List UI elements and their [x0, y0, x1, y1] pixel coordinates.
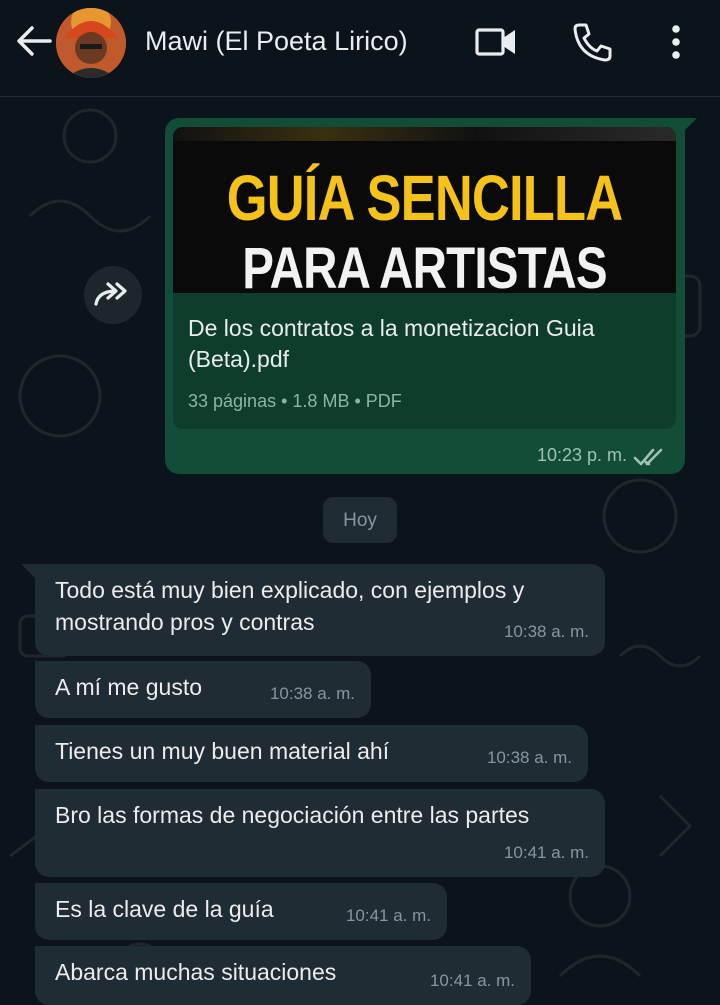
message-text: Es la clave de la guía: [55, 896, 274, 922]
message-time: 10:41 a. m.: [429, 971, 515, 990]
outgoing-document-message[interactable]: GUÍA SENCILLA PARA ARTISTAS De los contr…: [165, 118, 685, 474]
message-text: A mí me gusto: [55, 674, 203, 700]
incoming-message[interactable]: Tienes un muy buen material ahí 10:38 a.…: [35, 725, 588, 782]
message-text: Abarca muchas situaciones: [55, 959, 337, 985]
forward-icon: [94, 282, 127, 306]
incoming-message[interactable]: Todo está muy bien explicado, con ejempl…: [35, 564, 605, 656]
message-time: 10:41 a. m.: [345, 906, 431, 925]
message-time: 10:38 a. m.: [486, 748, 572, 767]
incoming-message[interactable]: Abarca muchas situaciones 10:41 a. m.: [35, 946, 531, 1005]
document-file-name: De los contratos a la monetizacion Guia …: [188, 315, 595, 372]
read-ticks-icon: [633, 448, 663, 466]
contact-name[interactable]: Mawi (El Poeta Lirico): [145, 26, 408, 57]
incoming-message[interactable]: Es la clave de la guía 10:41 a. m.: [35, 883, 447, 940]
document-meta: 33 páginas • 1.8 MB • PDF: [188, 391, 402, 412]
date-chip: Hoy: [323, 497, 397, 543]
document-thumbnail: GUÍA SENCILLA PARA ARTISTAS: [173, 127, 676, 293]
incoming-message[interactable]: A mí me gusto 10:38 a. m.: [35, 661, 371, 718]
thumbnail-stripe: [173, 127, 676, 141]
bubble-tail: [21, 564, 35, 578]
document-pages: 33 páginas: [188, 391, 277, 411]
thumbnail-title-line2: PARA ARTISTAS: [242, 236, 607, 293]
forward-button[interactable]: [84, 266, 142, 324]
avatar-image: [56, 8, 126, 78]
incoming-message[interactable]: Bro las formas de negociación entre las …: [35, 789, 605, 877]
phone-icon[interactable]: [570, 20, 614, 64]
message-time: 10:41 a. m.: [503, 843, 589, 862]
document-size: 1.8 MB: [292, 391, 350, 411]
meta-separator: •: [354, 391, 361, 411]
more-options-icon[interactable]: [654, 20, 698, 64]
document-card[interactable]: GUÍA SENCILLA PARA ARTISTAS De los contr…: [173, 127, 676, 429]
thumbnail-title-line1: GUÍA SENCILLA: [226, 162, 623, 234]
message-time: 10:23 p. m.: [536, 445, 627, 465]
chat-header: Mawi (El Poeta Lirico): [0, 0, 720, 97]
avatar[interactable]: [56, 8, 126, 78]
video-call-icon[interactable]: [474, 20, 518, 64]
document-type: PDF: [365, 391, 402, 411]
message-time: 10:38 a. m.: [269, 684, 355, 703]
message-text: Bro las formas de negociación entre las …: [55, 802, 530, 828]
bubble-tail: [683, 118, 697, 132]
meta-separator: •: [281, 391, 288, 411]
back-arrow-icon[interactable]: [14, 24, 54, 58]
message-time: 10:38 a. m.: [503, 622, 589, 641]
message-text: Tienes un muy buen material ahí: [55, 738, 390, 764]
